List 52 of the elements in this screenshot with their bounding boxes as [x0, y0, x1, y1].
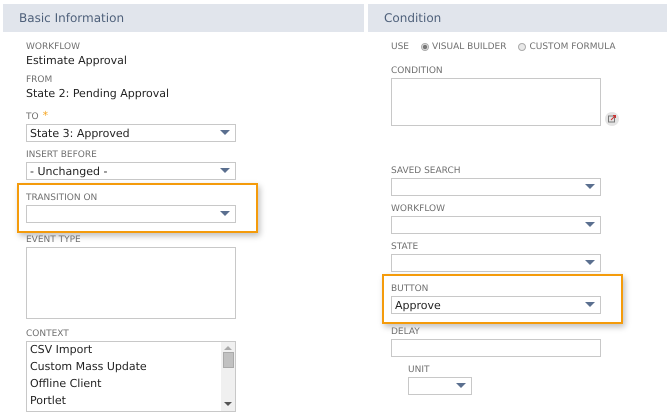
input-field[interactable]: [391, 339, 601, 357]
field-label: EVENT TYPE: [26, 235, 82, 245]
select-field[interactable]: [408, 377, 472, 395]
field-label: TO *: [26, 109, 50, 122]
field-label: INSERT BEFORE: [26, 150, 98, 160]
field-label: SAVED SEARCH: [391, 166, 462, 176]
caret-icon: [220, 130, 230, 136]
scroll-down-icon[interactable]: [224, 402, 232, 407]
field-label: STATE: [391, 242, 420, 252]
select-field[interactable]: [26, 205, 236, 223]
list-option[interactable]: Portlet: [30, 394, 218, 408]
list-option[interactable]: CSV Import: [30, 343, 218, 357]
caret-icon: [456, 383, 466, 389]
list-option[interactable]: Offline Client: [30, 377, 218, 391]
list-option[interactable]: Custom Mass Update: [30, 360, 218, 374]
caret-icon: [220, 211, 230, 217]
field-label: FROM: [26, 75, 54, 85]
field-label: CONDITION: [391, 66, 444, 76]
radio-option[interactable]: CUSTOM FORMULA: [518, 42, 616, 52]
select-field[interactable]: [391, 178, 601, 196]
field-label: WORKFLOW: [391, 204, 446, 214]
caret-icon: [585, 222, 595, 228]
caret-icon: [585, 260, 595, 266]
field-label: USE: [391, 42, 409, 52]
caret-icon: [585, 302, 595, 308]
text-area[interactable]: [26, 247, 236, 319]
field-label: CONTEXT: [26, 329, 70, 339]
select-field[interactable]: Approve: [391, 296, 601, 314]
section-header: Condition: [368, 4, 667, 32]
field-label: UNIT: [408, 365, 430, 375]
radio-icon[interactable]: [518, 43, 526, 51]
scroll-up-icon[interactable]: [224, 345, 232, 350]
required-mark: *: [42, 109, 48, 122]
caret-icon: [220, 168, 230, 174]
field-label: TRANSITION ON: [26, 193, 98, 203]
scrollbar[interactable]: [221, 342, 235, 411]
list-box[interactable]: CSV Import Custom Mass Update Offline Client Portlet: [26, 341, 236, 412]
select-field[interactable]: - Unchanged -: [26, 162, 236, 180]
select-field[interactable]: [391, 254, 601, 272]
popout-icon[interactable]: [605, 112, 619, 126]
field-value: Estimate Approval: [26, 54, 128, 67]
radio-option[interactable]: VISUAL BUILDER: [421, 42, 506, 52]
caret-icon: [585, 184, 595, 190]
field-label: WORKFLOW: [26, 42, 81, 52]
field-label: DELAY: [391, 327, 421, 337]
scroll-thumb[interactable]: [222, 352, 234, 368]
radio-icon[interactable]: [421, 43, 429, 51]
select-field[interactable]: [391, 216, 601, 234]
section-header: Basic Information: [3, 4, 364, 32]
field-label: BUTTON: [391, 284, 430, 294]
field-value: State 2: Pending Approval: [26, 87, 170, 100]
select-field[interactable]: State 3: Approved: [26, 124, 236, 142]
